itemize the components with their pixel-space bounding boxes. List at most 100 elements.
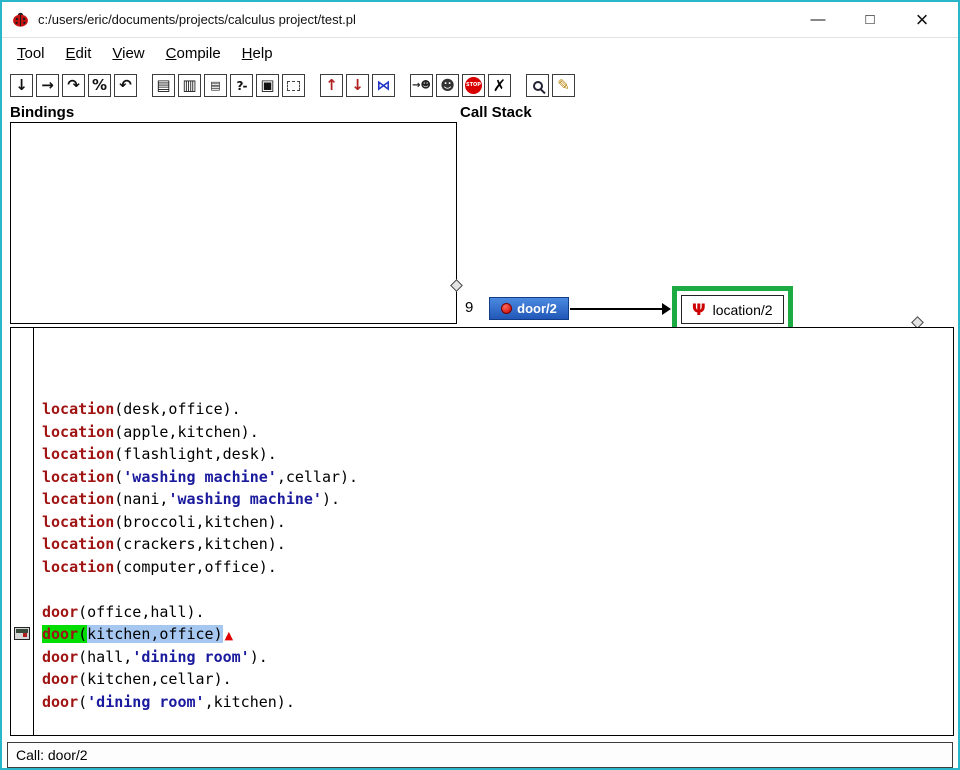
undo-step-button[interactable]: ↶	[114, 74, 137, 97]
edit-source-button[interactable]: ✎	[552, 74, 575, 97]
code-segment: location	[42, 400, 115, 418]
nodebug-button[interactable]: ⋈	[372, 74, 395, 97]
code-segment: location	[42, 490, 115, 508]
listing-down-button[interactable]: ▥	[178, 74, 201, 97]
curved-right-arrow-icon: ↷	[67, 76, 80, 94]
query-prompt-icon: ?-	[236, 78, 248, 93]
code-segment: (broccoli,kitchen).	[114, 512, 286, 531]
code-segment: location	[42, 445, 115, 463]
menu-item-tool[interactable]: Tool	[8, 41, 57, 66]
code-line[interactable]: location('washing machine',cellar).	[42, 466, 953, 489]
code-segment: door	[42, 625, 79, 643]
toolbar-separator	[514, 85, 523, 86]
abort-button[interactable]: ✗	[488, 74, 511, 97]
region-button[interactable]	[282, 74, 305, 97]
minimize-icon: —	[810, 11, 826, 28]
code-segment: location	[42, 557, 115, 576]
code-segment: (	[78, 692, 88, 711]
dashed-box-icon	[287, 80, 300, 91]
code-line[interactable]: door(kitchen,cellar).	[42, 668, 953, 691]
up-stack-button[interactable]: ↑	[320, 74, 343, 97]
code-segment: (kitchen,cellar).	[78, 670, 232, 688]
code-segment: (desk,office).	[114, 400, 241, 418]
code-segment: ).	[249, 647, 268, 666]
frame-depth-label: 9	[465, 299, 474, 316]
tracer-window: { "window": { "title": "c:/users/eric/do…	[0, 0, 960, 770]
call-arrow-head-icon	[662, 303, 671, 315]
frame-node-door[interactable]: door/2	[489, 297, 569, 320]
close-icon: ×	[915, 6, 929, 32]
code-line[interactable]: door(office,hall).	[42, 601, 953, 624]
call-arrow-line	[570, 308, 664, 310]
menu-item-view[interactable]: View	[103, 41, 156, 66]
stop-button[interactable]: STOP	[462, 74, 485, 97]
title-bar[interactable]: c:/users/eric/documents/projects/calculu…	[2, 2, 958, 38]
code-line[interactable]: door(kitchen,office).▲	[42, 623, 953, 646]
bindings-panel	[10, 122, 457, 324]
code-segment: (hall,	[78, 647, 133, 666]
code-line[interactable]: location(nani,'washing machine').	[42, 488, 953, 511]
code-segment: door	[42, 602, 79, 621]
code-line[interactable]: location(computer,office).	[42, 556, 953, 579]
code-segment: (	[78, 625, 88, 643]
step-out-button[interactable]: ↷	[62, 74, 85, 97]
person-down-icon: ↓	[351, 76, 364, 94]
code-line[interactable]: location(desk,office).	[42, 398, 953, 421]
menu-bar: Tool Edit View Compile Help	[2, 38, 958, 69]
call-stack-label: Call Stack	[460, 104, 532, 121]
code-segment: kitchen,office)	[87, 625, 223, 643]
current-goal-focus-ring: Ψ location/2	[672, 286, 793, 333]
small-doc-icon: ▤	[210, 79, 221, 92]
goto-frame-button[interactable]: →☻	[410, 74, 433, 97]
query-button[interactable]: ?-	[230, 74, 253, 97]
menu-item-edit[interactable]: Edit	[57, 41, 104, 66]
toolbar-separator	[308, 85, 317, 86]
butterfly-icon: ⋈	[376, 77, 391, 94]
code-segment: door	[42, 670, 79, 688]
code-segment: location	[42, 467, 115, 486]
code-segment: ,kitchen).	[204, 692, 295, 711]
code-line[interactable]: location(crackers,kitchen).	[42, 533, 953, 556]
retry-button[interactable]: %	[88, 74, 111, 97]
down-arrow-icon: ↓	[15, 76, 28, 94]
code-line[interactable]: location(broccoli,kitchen).	[42, 511, 953, 534]
filled-box-icon: ▣	[260, 76, 275, 94]
code-area[interactable]: location(desk,office). location(apple,kit…	[34, 328, 953, 735]
callee-node-location[interactable]: Ψ location/2	[681, 295, 784, 324]
code-segment: door	[42, 647, 79, 666]
interrupt-button[interactable]: ☻	[436, 74, 459, 97]
status-bar: Call: door/2	[7, 742, 953, 768]
down-stack-button[interactable]: ↓	[346, 74, 369, 97]
goal-ball-icon	[501, 303, 513, 314]
person-up-icon: ↑	[325, 76, 338, 94]
menu-item-compile[interactable]: Compile	[157, 41, 233, 66]
close-button[interactable]: ×	[896, 4, 948, 36]
window-title: c:/users/eric/documents/projects/calculu…	[38, 12, 356, 27]
curved-left-arrow-icon: ↶	[119, 76, 132, 94]
code-segment: location	[42, 512, 115, 531]
window-controls: — □ ×	[792, 4, 948, 36]
code-line[interactable]: location(flashlight,desk).	[42, 443, 953, 466]
menu-item-help[interactable]: Help	[233, 41, 285, 66]
maximize-button[interactable]: □	[844, 4, 896, 36]
step-into-button[interactable]: ↓	[10, 74, 33, 97]
source-gutter	[11, 328, 34, 735]
clause-button[interactable]: ▤	[204, 74, 227, 97]
code-line[interactable]: door('dining room',kitchen).	[42, 691, 953, 714]
code-segment: 'dining room'	[132, 647, 250, 666]
zoom-button[interactable]	[526, 74, 549, 97]
minimize-button[interactable]: —	[792, 4, 844, 36]
details-button[interactable]: ▣	[256, 74, 279, 97]
code-line[interactable]: location(apple,kitchen).	[42, 421, 953, 444]
source-panel: location(desk,office). location(apple,kit…	[10, 327, 954, 736]
code-line[interactable]	[42, 578, 953, 601]
code-segment: (apple,kitchen).	[114, 422, 259, 441]
code-segment: (computer,office).	[114, 557, 277, 576]
right-arrow-icon: →	[41, 76, 54, 94]
code-line[interactable]: door(hall,'dining room').	[42, 646, 953, 669]
stop-sign-icon: STOP	[465, 77, 482, 94]
toolbar: ↓ → ↷% ↶ ▤ ▥ ▤ ?- ▣ ↑ ↓ ⋈ →☻ ☻ STOP ✗ ✎	[2, 69, 958, 102]
step-over-button[interactable]: →	[36, 74, 59, 97]
code-segment: door	[42, 692, 79, 711]
listing-button[interactable]: ▤	[152, 74, 175, 97]
